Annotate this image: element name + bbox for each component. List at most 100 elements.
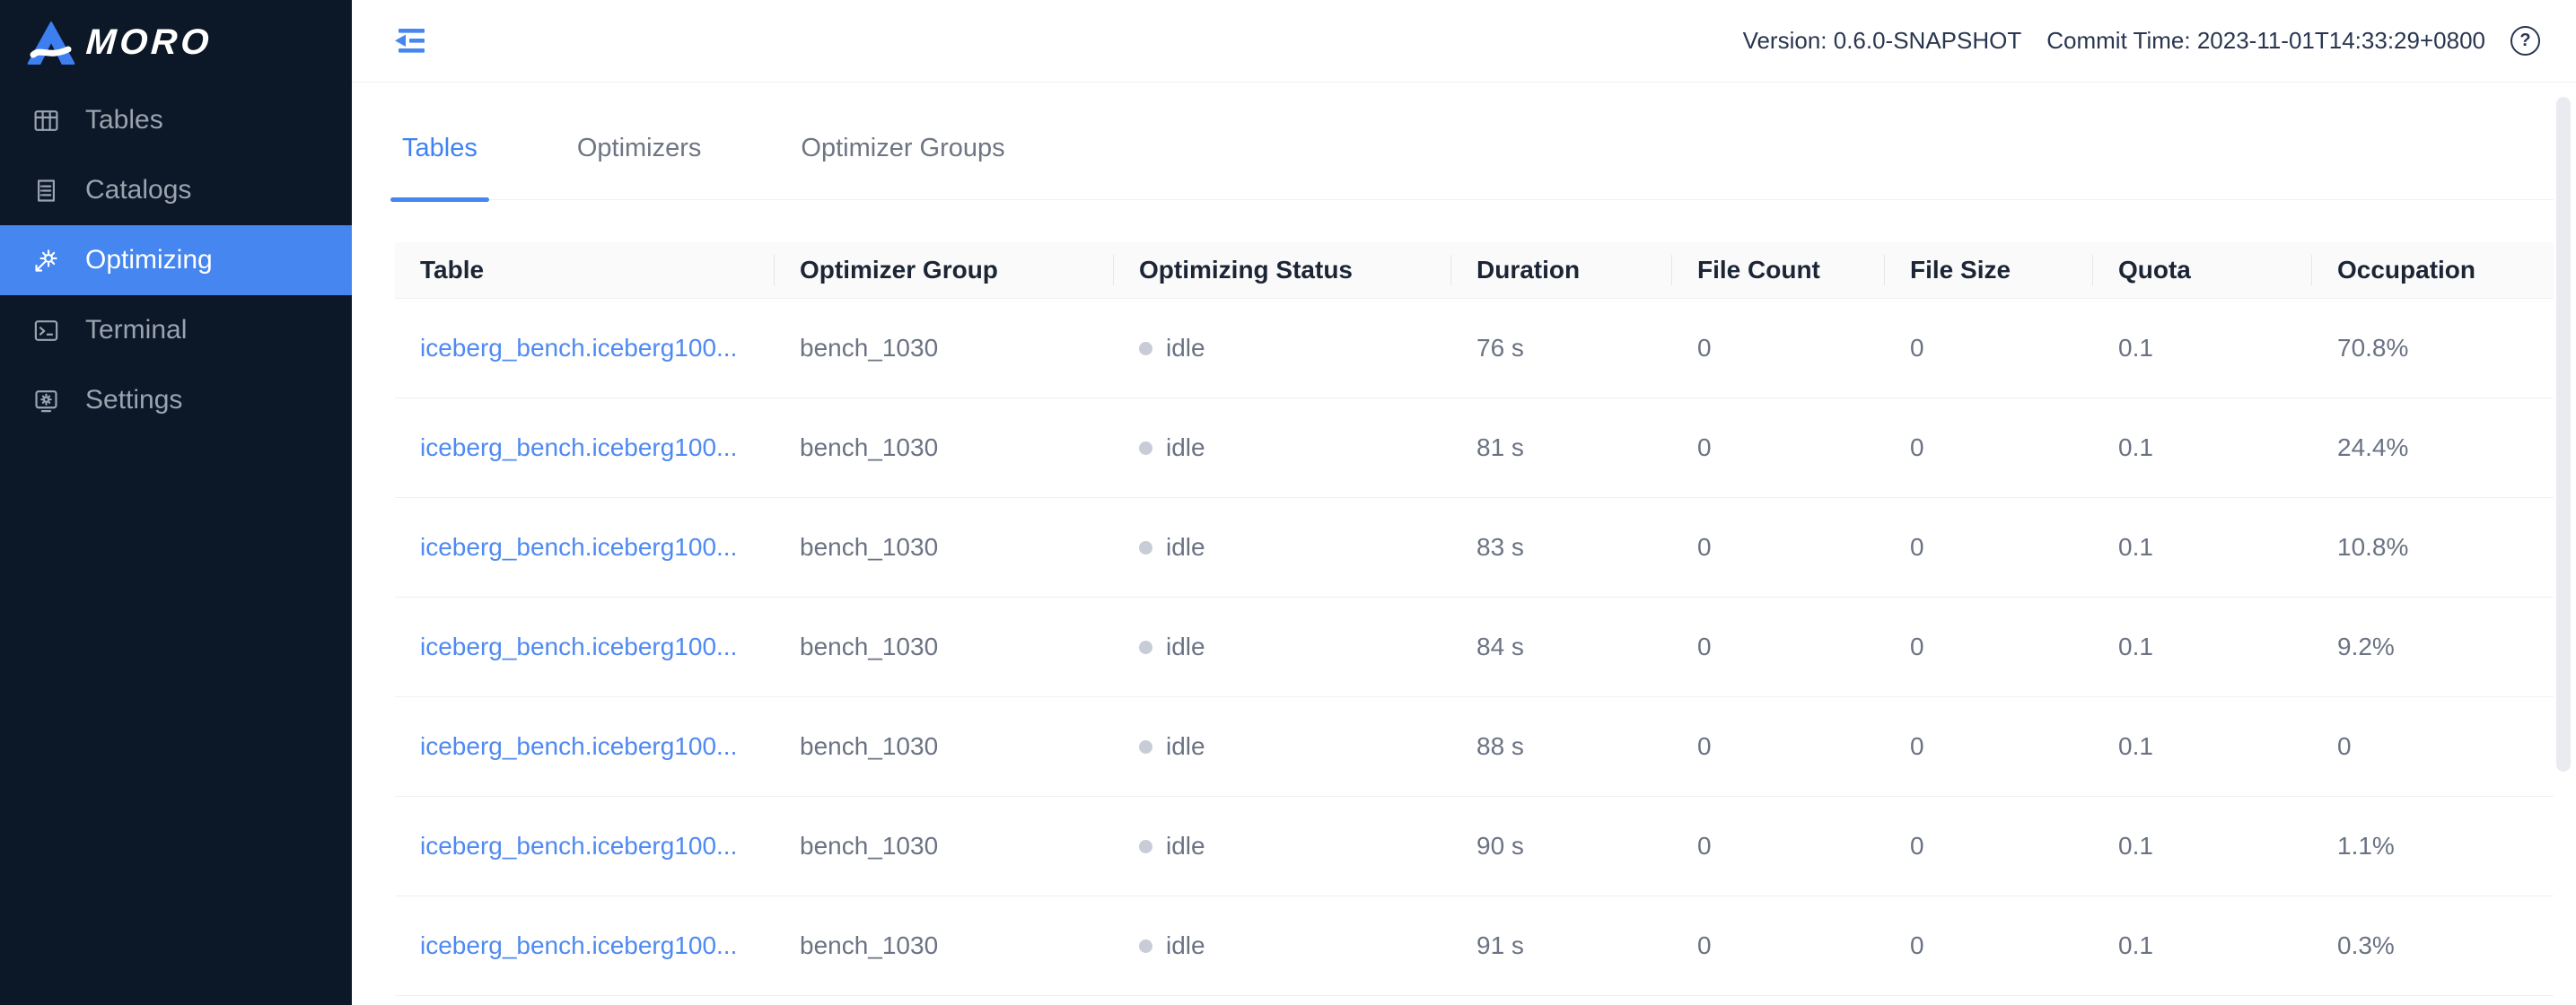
tab-optimizer-groups[interactable]: Optimizer Groups [789,135,1016,199]
table-row: iceberg_bench.iceberg100... bench_1030 i… [395,497,2554,598]
table-name-link[interactable]: iceberg_bench.iceberg100... [420,433,737,461]
column-header-file-size: File Size [1885,242,2093,299]
column-header-table: Table [395,242,775,299]
status-dot-icon [1139,540,1152,555]
table-name-link[interactable]: iceberg_bench.iceberg100... [420,732,737,760]
occupation-cell: 10.8% [2312,497,2554,598]
tab-tables[interactable]: Tables [390,135,489,202]
file-size-cell: 0 [1885,896,2093,996]
optimizing-status-cell: idle [1114,497,1451,598]
optimizing-status-cell: idle [1114,796,1451,896]
sidebar-item-label: Tables [85,105,163,135]
table-row: iceberg_bench.iceberg100... bench_1030 i… [395,796,2554,896]
column-header-quota: Quota [2093,242,2312,299]
table-row: iceberg_bench.iceberg100... bench_1030 i… [395,597,2554,697]
tab-bar: Tables Optimizers Optimizer Groups [390,83,2554,202]
duration-cell: 88 s [1451,696,1672,797]
file-size-cell: 0 [1885,597,2093,697]
table-name-link[interactable]: iceberg_bench.iceberg100... [420,633,737,660]
status-dot-icon [1139,939,1152,953]
sidebar-item-settings[interactable]: Settings [0,365,352,435]
sidebar-item-label: Catalogs [85,175,192,205]
table-row: iceberg_bench.iceberg100... bench_1030 i… [395,896,2554,996]
table-name-link[interactable]: iceberg_bench.iceberg100... [420,334,737,362]
status-label: idle [1166,832,1205,860]
optimizer-group-cell: bench_1030 [775,597,1114,697]
table-header-row: Table Optimizer Group Optimizing Status … [395,242,2554,299]
help-question-icon[interactable]: ? [2510,26,2540,56]
sidebar-item-catalogs[interactable]: Catalogs [0,155,352,225]
menu-fold-icon[interactable] [392,22,429,59]
occupation-cell: 70.8% [2312,298,2554,398]
file-size-cell: 0 [1885,696,2093,797]
duration-cell: 83 s [1451,497,1672,598]
column-header-occupation: Occupation [2312,242,2554,299]
optimizer-group-cell: bench_1030 [775,896,1114,996]
commit-time-label: Commit Time: 2023-11-01T14:33:29+0800 [2046,27,2485,54]
sidebar-item-tables[interactable]: Tables [0,85,352,155]
status-label: idle [1166,732,1205,760]
occupation-cell: 24.4% [2312,398,2554,498]
sidebar-item-terminal[interactable]: Terminal [0,295,352,365]
file-count-cell: 0 [1672,497,1885,598]
sidebar-item-label: Terminal [85,315,188,345]
optimizing-status-cell: idle [1114,597,1451,697]
table-grid-icon [34,109,58,131]
file-count-cell: 0 [1672,398,1885,498]
topbar: Version: 0.6.0-SNAPSHOT Commit Time: 202… [352,0,2576,83]
occupation-cell: 0 [2312,696,2554,797]
file-count-cell: 0 [1672,696,1885,797]
scrollbar-thumb[interactable] [2556,97,2571,772]
occupation-cell: 0.3% [2312,896,2554,996]
tab-optimizers[interactable]: Optimizers [565,135,714,199]
duration-cell: 81 s [1451,398,1672,498]
file-count-cell: 0 [1672,896,1885,996]
optimizer-group-cell: bench_1030 [775,497,1114,598]
status-dot-icon [1139,739,1152,754]
vertical-scrollbar [2556,90,2571,1000]
topbar-right: Version: 0.6.0-SNAPSHOT Commit Time: 202… [1743,26,2540,56]
sidebar: MORO Tables Catalogs Optimizing Terminal… [0,0,352,1005]
quota-cell: 0.1 [2093,497,2312,598]
table-name-link[interactable]: iceberg_bench.iceberg100... [420,533,737,561]
catalog-document-icon [38,179,55,202]
optimizing-status-cell: idle [1114,696,1451,797]
column-header-optimizer-group: Optimizer Group [775,242,1114,299]
main-area: Version: 0.6.0-SNAPSHOT Commit Time: 202… [352,0,2576,1005]
file-count-cell: 0 [1672,796,1885,896]
optimizing-status-cell: idle [1114,398,1451,498]
settings-monitor-icon [35,389,57,412]
sidebar-item-optimizing[interactable]: Optimizing [0,225,352,295]
status-label: idle [1166,633,1205,660]
file-count-cell: 0 [1672,298,1885,398]
column-header-optimizing-status: Optimizing Status [1114,242,1451,299]
quota-cell: 0.1 [2093,597,2312,697]
optimizing-status-cell: idle [1114,896,1451,996]
sidebar-item-label: Settings [85,385,183,415]
amoro-logo: MORO [0,0,352,85]
sidebar-nav: Tables Catalogs Optimizing Terminal Sett… [0,85,352,435]
status-label: idle [1166,334,1205,362]
status-dot-icon [1139,441,1152,455]
amoro-logo-icon [27,21,75,65]
file-size-cell: 0 [1885,796,2093,896]
terminal-icon [34,319,58,341]
duration-cell: 90 s [1451,796,1672,896]
occupation-cell: 9.2% [2312,597,2554,697]
status-label: idle [1166,533,1205,561]
duration-cell: 76 s [1451,298,1672,398]
optimizer-group-cell: bench_1030 [775,298,1114,398]
table-row: iceberg_bench.iceberg100... bench_1030 i… [395,398,2554,498]
quota-cell: 0.1 [2093,896,2312,996]
file-size-cell: 0 [1885,398,2093,498]
table-name-link[interactable]: iceberg_bench.iceberg100... [420,931,737,959]
optimizer-group-cell: bench_1030 [775,398,1114,498]
optimizer-group-cell: bench_1030 [775,796,1114,896]
status-dot-icon [1139,341,1152,355]
table-row: iceberg_bench.iceberg100... bench_1030 i… [395,298,2554,398]
table-row: iceberg_bench.iceberg100... bench_1030 i… [395,696,2554,797]
optimizing-tables-table: Table Optimizer Group Optimizing Status … [395,242,2554,996]
table-name-link[interactable]: iceberg_bench.iceberg100... [420,832,737,860]
occupation-cell: 1.1% [2312,796,2554,896]
sidebar-item-label: Optimizing [85,245,213,275]
